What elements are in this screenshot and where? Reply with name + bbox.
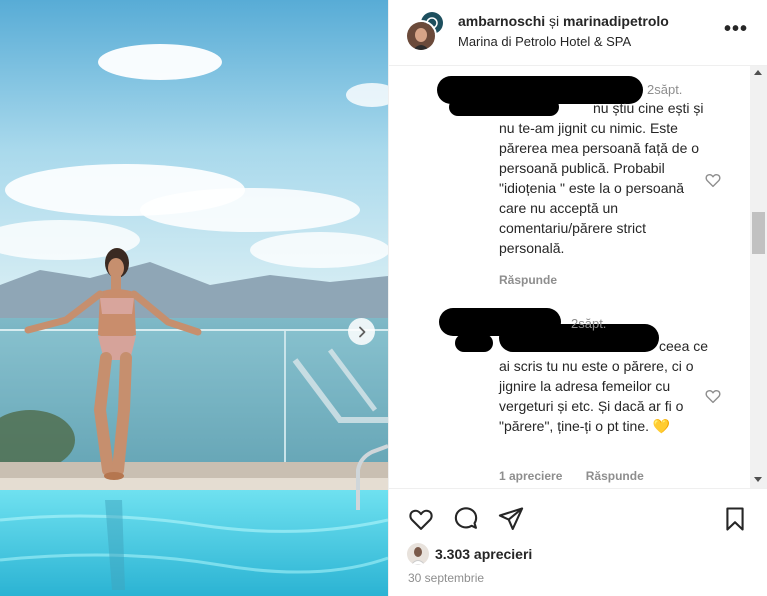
avatar-ambarnoschi[interactable] (405, 20, 437, 52)
comment-time: 2săpt. (647, 82, 683, 97)
heart-outline-icon[interactable] (704, 387, 722, 405)
chevron-right-icon (358, 326, 365, 337)
scroll-up-arrow-icon[interactable] (754, 70, 762, 75)
post-photo[interactable] (0, 0, 388, 596)
liker-avatar (407, 543, 429, 565)
likes-row[interactable]: 3.303 aprecieri (407, 543, 532, 565)
comment-actions: Răspunde (499, 273, 577, 287)
comments-scrollbar[interactable] (750, 66, 767, 488)
reply-button[interactable]: Răspunde (586, 469, 644, 483)
comment-time: 2săpt. (571, 316, 607, 331)
post-side-panel: ambarnoschi și marinadipetrolo Marina di… (388, 0, 767, 596)
comment-text: nu știu cine ești și nu te-am jignit cu … (499, 100, 704, 256)
post-date: 30 septembrie (408, 571, 485, 585)
paper-plane-icon[interactable] (497, 505, 525, 533)
location-link[interactable]: Marina di Petrolo Hotel & SPA (458, 34, 631, 49)
author-link-1[interactable]: ambarnoschi (458, 13, 545, 29)
speech-bubble-icon[interactable] (452, 505, 480, 533)
reply-button[interactable]: Răspunde (499, 273, 557, 287)
post-header: ambarnoschi și marinadipetrolo Marina di… (389, 0, 767, 66)
avatar-group[interactable] (405, 10, 449, 54)
bookmark-icon[interactable] (721, 505, 749, 533)
likes-count-button[interactable]: 1 apreciere (499, 469, 562, 483)
comments-list[interactable]: 2săpt. nu știu cine ești și nu te-am jig… (389, 66, 767, 488)
heart-outline-icon[interactable] (704, 171, 722, 189)
scroll-thumb[interactable] (752, 212, 765, 254)
post-authors[interactable]: ambarnoschi și marinadipetrolo (458, 13, 669, 29)
more-options-icon[interactable]: ••• (724, 19, 748, 39)
redacted-scribble (455, 334, 493, 352)
likes-count[interactable]: 3.303 aprecieri (435, 546, 532, 562)
beach-photo-image (0, 0, 388, 596)
scroll-down-arrow-icon[interactable] (754, 477, 762, 482)
next-photo-button[interactable] (348, 318, 375, 345)
author-link-2[interactable]: marinadipetrolo (563, 13, 669, 29)
heart-outline-icon[interactable] (407, 505, 435, 533)
comment-actions: 1 apreciere Răspunde (499, 469, 664, 483)
author-conjunction: și (549, 13, 560, 29)
comment-text: ceea ce ai scris tu nu este o părere, ci… (499, 338, 709, 434)
post-actions: 3.303 aprecieri 30 septembrie (389, 488, 767, 596)
